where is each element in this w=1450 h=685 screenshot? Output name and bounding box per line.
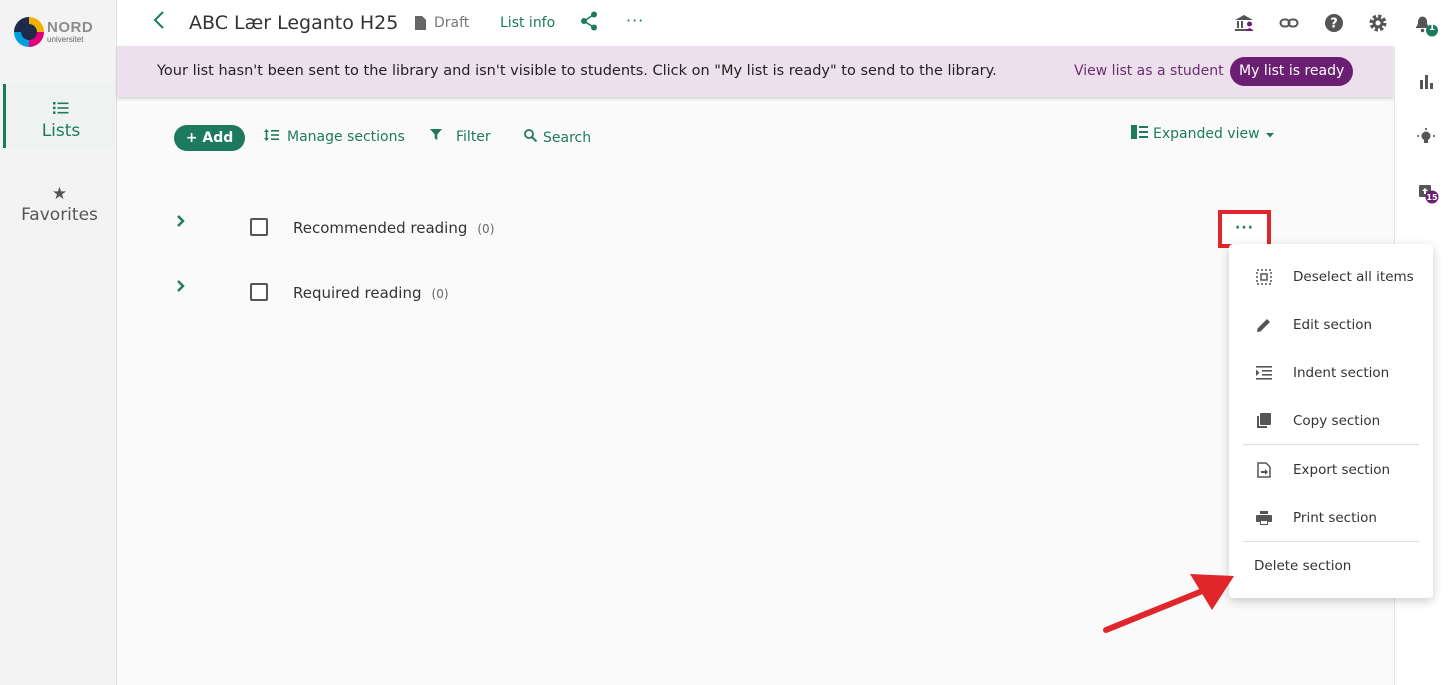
draft-status: Draft — [415, 15, 469, 31]
filter-icon — [430, 129, 442, 145]
menu-item-export-section[interactable]: Export section — [1229, 446, 1433, 494]
menu-item-deselect-all[interactable]: Deselect all items — [1229, 253, 1433, 301]
red-arrow-annotation — [1100, 566, 1240, 640]
menu-label: Copy section — [1293, 413, 1381, 429]
manage-sections-label: Manage sections — [287, 129, 405, 145]
help-icon[interactable]: ? — [1324, 13, 1344, 33]
section-row: Recommended reading (0) — [174, 213, 1274, 243]
expand-chevron-icon[interactable] — [176, 213, 186, 234]
section-title: Recommended reading — [293, 219, 468, 237]
nord-logo: NORD universitet — [14, 17, 93, 47]
menu-label: Delete section — [1254, 558, 1352, 574]
gear-icon[interactable] — [1368, 13, 1388, 33]
back-chevron-icon[interactable] — [152, 9, 166, 37]
menu-item-delete-section[interactable]: Delete section — [1229, 542, 1433, 590]
my-list-is-ready-button[interactable]: My list is ready — [1230, 57, 1354, 86]
expand-chevron-icon[interactable] — [176, 278, 186, 299]
nav-label-lists: Lists — [41, 121, 81, 141]
indent-icon — [1255, 364, 1273, 382]
left-navigation: NORD universitet Lists ★ Favorites — [0, 0, 117, 685]
nav-label-favorites: Favorites — [21, 205, 98, 225]
banner-message: Your list hasn't been sent to the librar… — [157, 63, 997, 79]
analytics-icon[interactable] — [1417, 73, 1435, 91]
section-checkbox[interactable] — [250, 218, 268, 236]
svg-text:?: ? — [1330, 17, 1338, 32]
menu-item-print-section[interactable]: Print section — [1229, 494, 1433, 542]
draft-label: Draft — [434, 15, 470, 31]
menu-item-edit-section[interactable]: Edit section — [1229, 301, 1433, 349]
expanded-view-dropdown[interactable]: Expanded view — [1131, 125, 1274, 143]
section-count: (0) — [431, 287, 449, 301]
print-icon — [1255, 509, 1273, 527]
search-label: Search — [543, 129, 592, 146]
draft-banner: Your list hasn't been sent to the librar… — [117, 46, 1393, 97]
menu-divider — [1243, 444, 1419, 445]
document-icon — [415, 16, 426, 30]
expanded-view-icon — [1131, 125, 1148, 143]
section-checkbox[interactable] — [250, 283, 268, 301]
menu-label: Print section — [1293, 510, 1377, 526]
share-icon[interactable] — [580, 11, 598, 35]
caret-down-icon — [1265, 126, 1274, 142]
filter-button[interactable]: Filter — [430, 129, 491, 145]
list-info-link[interactable]: List info — [500, 15, 555, 31]
copy-icon — [1255, 412, 1273, 430]
star-icon: ★ — [51, 184, 68, 204]
top-header: ABC Lær Leganto H25 Draft List info ··· … — [117, 0, 1450, 46]
manage-sections-button[interactable]: Manage sections — [264, 129, 405, 145]
page-title: ABC Lær Leganto H25 — [189, 12, 399, 34]
menu-item-copy-section[interactable]: Copy section — [1229, 397, 1433, 445]
search-icon — [524, 129, 538, 146]
menu-item-indent-section[interactable]: Indent section — [1229, 349, 1433, 397]
notification-bell-icon[interactable]: 1 — [1413, 13, 1439, 37]
link-icon[interactable] — [1279, 13, 1299, 33]
filter-label: Filter — [456, 129, 491, 145]
section-count: (0) — [477, 222, 495, 236]
library-icon[interactable] — [1234, 13, 1254, 33]
logo-text-bottom: universitet — [47, 35, 84, 44]
section-context-menu: Deselect all items Edit section Indent s… — [1229, 244, 1433, 598]
add-button[interactable]: + Add — [174, 125, 245, 151]
search-button[interactable]: Search — [524, 129, 591, 146]
expanded-view-label: Expanded view — [1153, 126, 1260, 142]
more-options-icon[interactable]: ··· — [626, 11, 644, 30]
import-badge-icon[interactable]: 15 — [1417, 182, 1443, 204]
export-icon — [1255, 461, 1273, 479]
menu-label: Indent section — [1293, 365, 1390, 381]
logo-mark-icon — [14, 17, 44, 47]
section-more-options-button[interactable]: ··· — [1218, 210, 1271, 248]
menu-label: Deselect all items — [1293, 269, 1414, 285]
nav-item-favorites[interactable]: ★ Favorites — [3, 184, 116, 234]
view-as-student-link[interactable]: View list as a student — [1074, 63, 1224, 79]
nav-item-lists[interactable]: Lists — [3, 84, 116, 148]
logo-text-top: NORD — [47, 19, 94, 36]
sort-lines-icon — [264, 129, 279, 145]
badge-count: 15 — [1426, 193, 1438, 202]
pencil-icon — [1255, 316, 1273, 334]
lightbulb-icon[interactable] — [1417, 128, 1435, 146]
notification-count: 1 — [1428, 23, 1436, 33]
menu-label: Export section — [1293, 462, 1391, 478]
list-icon — [6, 100, 116, 120]
menu-label: Edit section — [1293, 317, 1373, 333]
section-title: Required reading — [293, 284, 422, 302]
section-row: Required reading (0) — [174, 278, 1274, 308]
deselect-icon — [1255, 268, 1273, 286]
